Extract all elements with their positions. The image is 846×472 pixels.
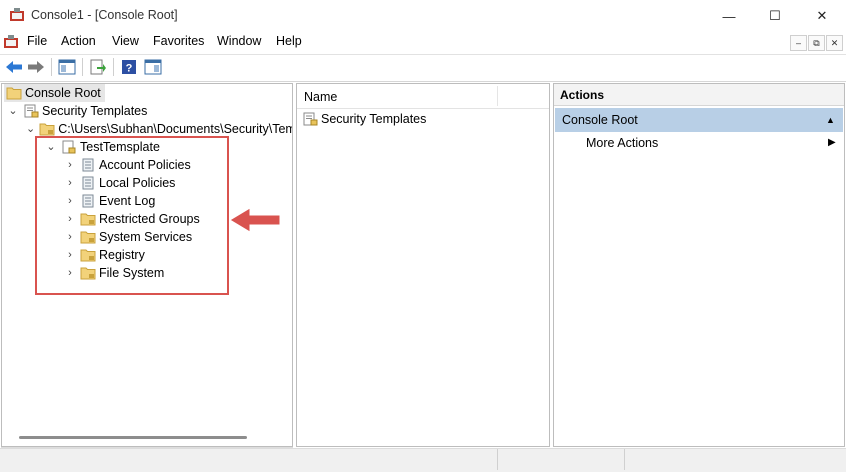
status-bar: [0, 448, 846, 472]
mdi-close-button[interactable]: ✕: [826, 35, 843, 51]
mmc-app-icon: [10, 8, 24, 21]
list-item-label: Security Templates: [321, 112, 427, 126]
chevron-down-icon[interactable]: ⌄: [7, 102, 19, 120]
svg-text:?: ?: [126, 63, 133, 75]
mmc-window: Console1 - [Console Root] — ☐ ✕ File Act…: [0, 0, 846, 472]
scrollbar-thumb[interactable]: [19, 436, 247, 439]
menu-view[interactable]: View: [109, 34, 142, 48]
menu-help[interactable]: Help: [273, 34, 305, 48]
back-arrow-icon: [6, 61, 22, 73]
close-button[interactable]: ✕: [799, 0, 845, 32]
status-divider: [624, 449, 625, 470]
export-list-button[interactable]: [88, 57, 108, 77]
status-divider: [497, 449, 498, 470]
folder-lock-icon: [39, 123, 55, 136]
menu-window[interactable]: Window: [214, 34, 264, 48]
show-hide-tree-button[interactable]: [57, 57, 77, 77]
security-templates-icon: [24, 104, 39, 118]
submenu-arrow-icon[interactable]: ▶: [828, 137, 836, 148]
show-hide-tree-icon: [58, 59, 76, 75]
show-hide-action-pane-icon: [144, 59, 162, 75]
minimize-button[interactable]: —: [706, 0, 752, 32]
chevron-down-icon[interactable]: ⌄: [26, 120, 35, 138]
actions-section-label: Console Root: [562, 113, 638, 127]
forward-button[interactable]: [26, 57, 46, 77]
back-button[interactable]: [4, 57, 24, 77]
tree-node-label: Console Root: [25, 86, 101, 100]
tree-node-security-templates[interactable]: ⌄ Security Templates: [7, 102, 147, 120]
column-divider[interactable]: [497, 86, 498, 106]
toolbar-separator: [51, 58, 52, 76]
tree-node-label: Security Templates: [42, 104, 148, 118]
action-more-actions[interactable]: More Actions: [586, 136, 658, 150]
tree-node-console-root[interactable]: Console Root: [4, 84, 105, 102]
export-list-icon: [90, 59, 106, 75]
menu-file[interactable]: File: [24, 34, 50, 48]
highlight-box: [35, 136, 229, 295]
help-icon: ?: [122, 60, 136, 75]
results-pane: [296, 83, 550, 447]
system-menu-icon[interactable]: [3, 35, 19, 49]
toolbar-separator: [82, 58, 83, 76]
help-button[interactable]: ?: [119, 57, 139, 77]
forward-arrow-icon: [28, 61, 44, 73]
window-title: Console1 - [Console Root]: [31, 8, 178, 22]
maximize-button[interactable]: ☐: [752, 0, 798, 32]
actions-header: Actions: [554, 84, 844, 106]
column-header-name[interactable]: Name: [304, 90, 337, 104]
menu-action[interactable]: Action: [58, 34, 99, 48]
security-templates-icon: [303, 112, 318, 126]
callout-arrow-icon: [229, 207, 281, 233]
actions-section-console-root[interactable]: Console Root: [555, 108, 843, 132]
menu-favorites[interactable]: Favorites: [150, 34, 207, 48]
list-item[interactable]: Security Templates: [302, 110, 426, 128]
mdi-restore-button[interactable]: ⧉: [808, 35, 825, 51]
show-hide-action-pane-button[interactable]: [143, 57, 163, 77]
mdi-minimize-button[interactable]: –: [790, 35, 807, 51]
collapse-up-icon[interactable]: ▲: [826, 115, 835, 125]
folder-icon: [6, 87, 22, 100]
toolbar-separator: [113, 58, 114, 76]
